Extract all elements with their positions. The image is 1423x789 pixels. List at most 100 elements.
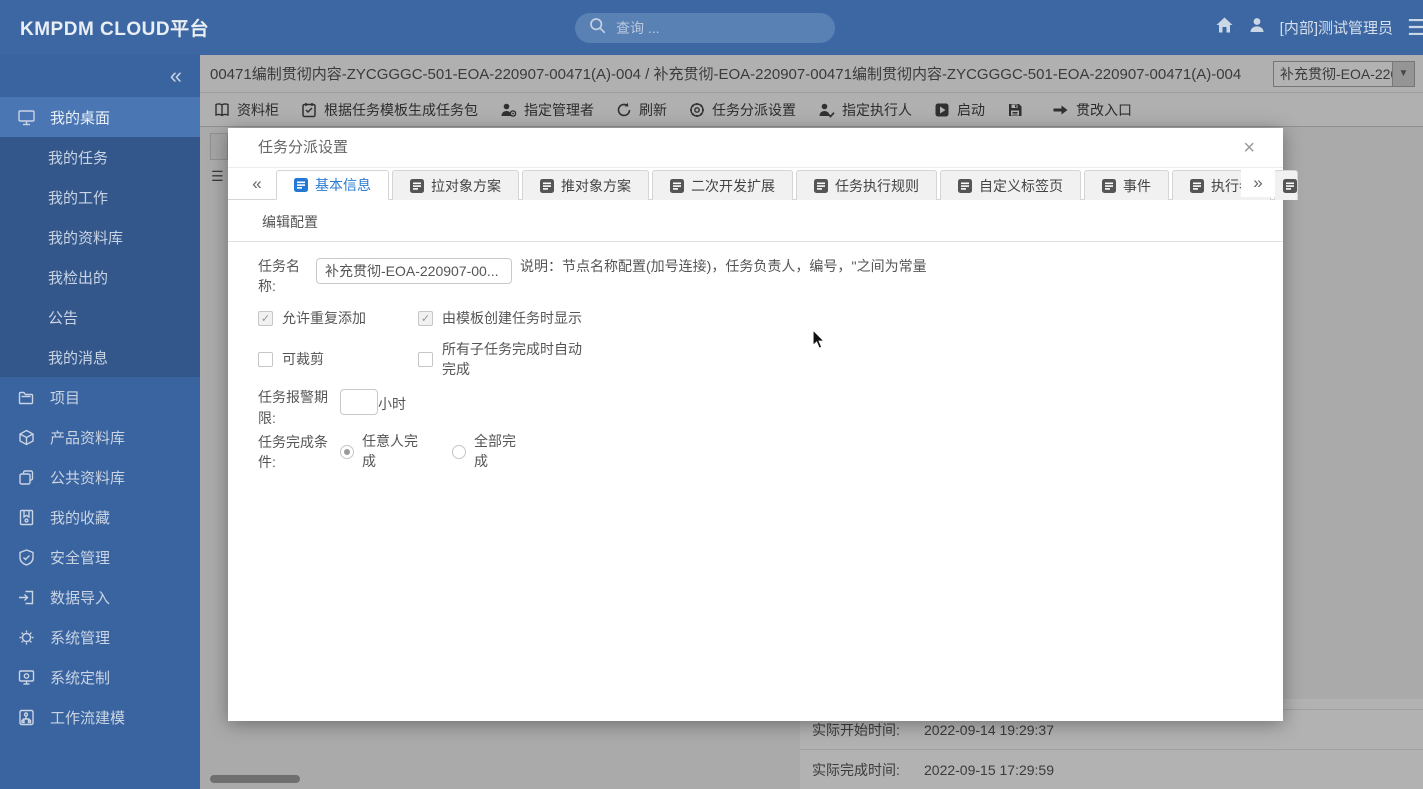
tab-icon: [1190, 179, 1204, 193]
sidebar-item-my-desktop[interactable]: 我的桌面: [0, 97, 200, 137]
tab-basic-info[interactable]: 基本信息: [276, 170, 389, 200]
search-icon: [589, 17, 606, 39]
sidebar-item-public-library[interactable]: 公共资料库: [0, 457, 200, 497]
checkbox-auto-complete-subtasks[interactable]: 所有子任务完成时自动完成: [418, 340, 590, 379]
global-search[interactable]: [575, 13, 835, 43]
basic-info-form: 任务名称: 说明：节点名称配置(加号连接)，任务负责人，编号，''之间为常量 允…: [228, 242, 1283, 473]
checkbox-label: 所有子任务完成时自动完成: [442, 340, 590, 379]
checkbox-allow-repeat-add[interactable]: 允许重复添加: [258, 309, 418, 329]
search-input[interactable]: [616, 20, 786, 36]
sidebar-item-announcements[interactable]: 公告: [0, 297, 200, 337]
tab-icon: [814, 179, 828, 193]
sidebar-item-label: 系统定制: [50, 667, 110, 688]
sidebar-item-label: 系统管理: [50, 627, 110, 648]
tab-task-execution-rules[interactable]: 任务执行规则: [796, 170, 937, 200]
checkbox-icon[interactable]: [258, 352, 273, 367]
sidebar-item-label: 我的桌面: [50, 107, 110, 128]
data-import-icon: [17, 588, 36, 607]
tab-secondary-development[interactable]: 二次开发扩展: [652, 170, 793, 200]
radio-label: 全部完成: [474, 432, 520, 471]
checkbox-show-on-template-create[interactable]: 由模板创建任务时显示: [418, 309, 582, 329]
radio-all-complete[interactable]: 全部完成: [452, 432, 520, 471]
checkbox-icon[interactable]: [258, 311, 273, 326]
sidebar-item-label: 安全管理: [50, 547, 110, 568]
sidebar-item-system-customization[interactable]: 系统定制: [0, 657, 200, 697]
checkbox-trimmable[interactable]: 可裁剪: [258, 340, 418, 379]
sidebar-item-label: 我的资料库: [48, 227, 123, 248]
sidebar-item-security-management[interactable]: 安全管理: [0, 537, 200, 577]
tab-events[interactable]: 事件: [1084, 170, 1169, 200]
user-avatar-icon[interactable]: [1248, 16, 1266, 39]
sidebar-item-my-checkouts[interactable]: 我检出的: [0, 257, 200, 297]
tab-icon: [670, 179, 684, 193]
tab-icon: [410, 179, 424, 193]
desktop-icon: [17, 108, 36, 127]
sidebar-item-my-tasks[interactable]: 我的任务: [0, 137, 200, 177]
tab-icon: [540, 179, 554, 193]
checkbox-icon[interactable]: [418, 352, 433, 367]
checkbox-label: 由模板创建任务时显示: [442, 309, 582, 329]
close-icon[interactable]: ×: [1243, 128, 1255, 168]
home-icon[interactable]: [1215, 16, 1234, 39]
subtab-edit-config[interactable]: 编辑配置: [262, 214, 318, 230]
product-cube-icon: [17, 428, 36, 447]
tab-push-object-plan[interactable]: 推对象方案: [522, 170, 649, 200]
tab-label: 事件: [1123, 176, 1151, 196]
tab-label: 二次开发扩展: [691, 176, 775, 196]
favorites-bookmark-icon: [17, 508, 36, 527]
radio-anyone-completes[interactable]: 任意人完成: [340, 432, 424, 471]
project-folder-icon: [17, 388, 36, 407]
sidebar-item-label: 项目: [50, 387, 80, 408]
tabs-scroll-right-icon[interactable]: »: [1241, 169, 1275, 197]
tab-icon: [294, 178, 308, 192]
tab-label: 推对象方案: [561, 176, 631, 196]
sidebar-item-my-library[interactable]: 我的资料库: [0, 217, 200, 257]
task-dispatch-settings-dialog: 任务分派设置 × « 基本信息 拉对象方案 推对象方案: [228, 128, 1283, 721]
tab-icon: [958, 179, 972, 193]
sidebar: « 我的桌面 我的任务 我的工作 我的资料库 我检出的 公告: [0, 55, 200, 789]
task-name-label: 任务名称:: [258, 256, 310, 297]
tab-clipped[interactable]: [1274, 170, 1298, 200]
sidebar-item-label: 我检出的: [48, 267, 108, 288]
task-name-description: 说明：节点名称配置(加号连接)，任务负责人，编号，''之间为常量: [520, 256, 932, 277]
current-user-label[interactable]: [内部]测试管理员: [1280, 17, 1393, 38]
sidebar-item-system-management[interactable]: 系统管理: [0, 617, 200, 657]
sidebar-item-label: 产品资料库: [50, 427, 125, 448]
radio-icon[interactable]: [340, 445, 354, 459]
radio-label: 任意人完成: [362, 432, 424, 471]
tab-label: 拉对象方案: [431, 176, 501, 196]
tab-icon: [1102, 179, 1116, 193]
sidebar-item-label: 数据导入: [50, 587, 110, 608]
app-logo: KMPDM CLOUD平台: [20, 14, 209, 41]
checkbox-label: 允许重复添加: [282, 309, 366, 329]
security-shield-icon: [17, 548, 36, 567]
alarm-period-label: 任务报警期限:: [258, 387, 340, 428]
complete-condition-label: 任务完成条件:: [258, 432, 340, 473]
sidebar-item-workflow-modeling[interactable]: 工作流建模: [0, 697, 200, 737]
app-header: KMPDM CLOUD平台 [内部]测试管理员 ☰: [0, 0, 1423, 55]
tab-label: 任务执行规则: [835, 176, 919, 196]
tabs-scroll-left-icon[interactable]: «: [238, 169, 276, 199]
alarm-period-input[interactable]: [340, 389, 378, 415]
sidebar-item-product-library[interactable]: 产品资料库: [0, 417, 200, 457]
public-library-icon: [17, 468, 36, 487]
main-content: 00471编制贯彻内容-ZYCGGGC-501-EOA-220907-00471…: [200, 55, 1423, 789]
sidebar-item-my-messages[interactable]: 我的消息: [0, 337, 200, 377]
sidebar-item-label: 我的任务: [48, 147, 108, 168]
system-gear-icon: [17, 628, 36, 647]
sidebar-item-projects[interactable]: 项目: [0, 377, 200, 417]
sidebar-item-my-work[interactable]: 我的工作: [0, 177, 200, 217]
dialog-title: 任务分派设置: [258, 139, 348, 156]
sidebar-item-label: 工作流建模: [50, 707, 125, 728]
sidebar-item-label: 我的收藏: [50, 507, 110, 528]
task-name-input[interactable]: [316, 258, 512, 284]
checkbox-icon[interactable]: [418, 311, 433, 326]
sidebar-item-my-favorites[interactable]: 我的收藏: [0, 497, 200, 537]
sidebar-collapse-icon[interactable]: «: [170, 65, 182, 87]
checkbox-label: 可裁剪: [282, 350, 324, 370]
menu-icon[interactable]: ☰: [1407, 17, 1423, 39]
sidebar-item-data-import[interactable]: 数据导入: [0, 577, 200, 617]
tab-pull-object-plan[interactable]: 拉对象方案: [392, 170, 519, 200]
radio-icon[interactable]: [452, 445, 466, 459]
tab-custom-tab-page[interactable]: 自定义标签页: [940, 170, 1081, 200]
